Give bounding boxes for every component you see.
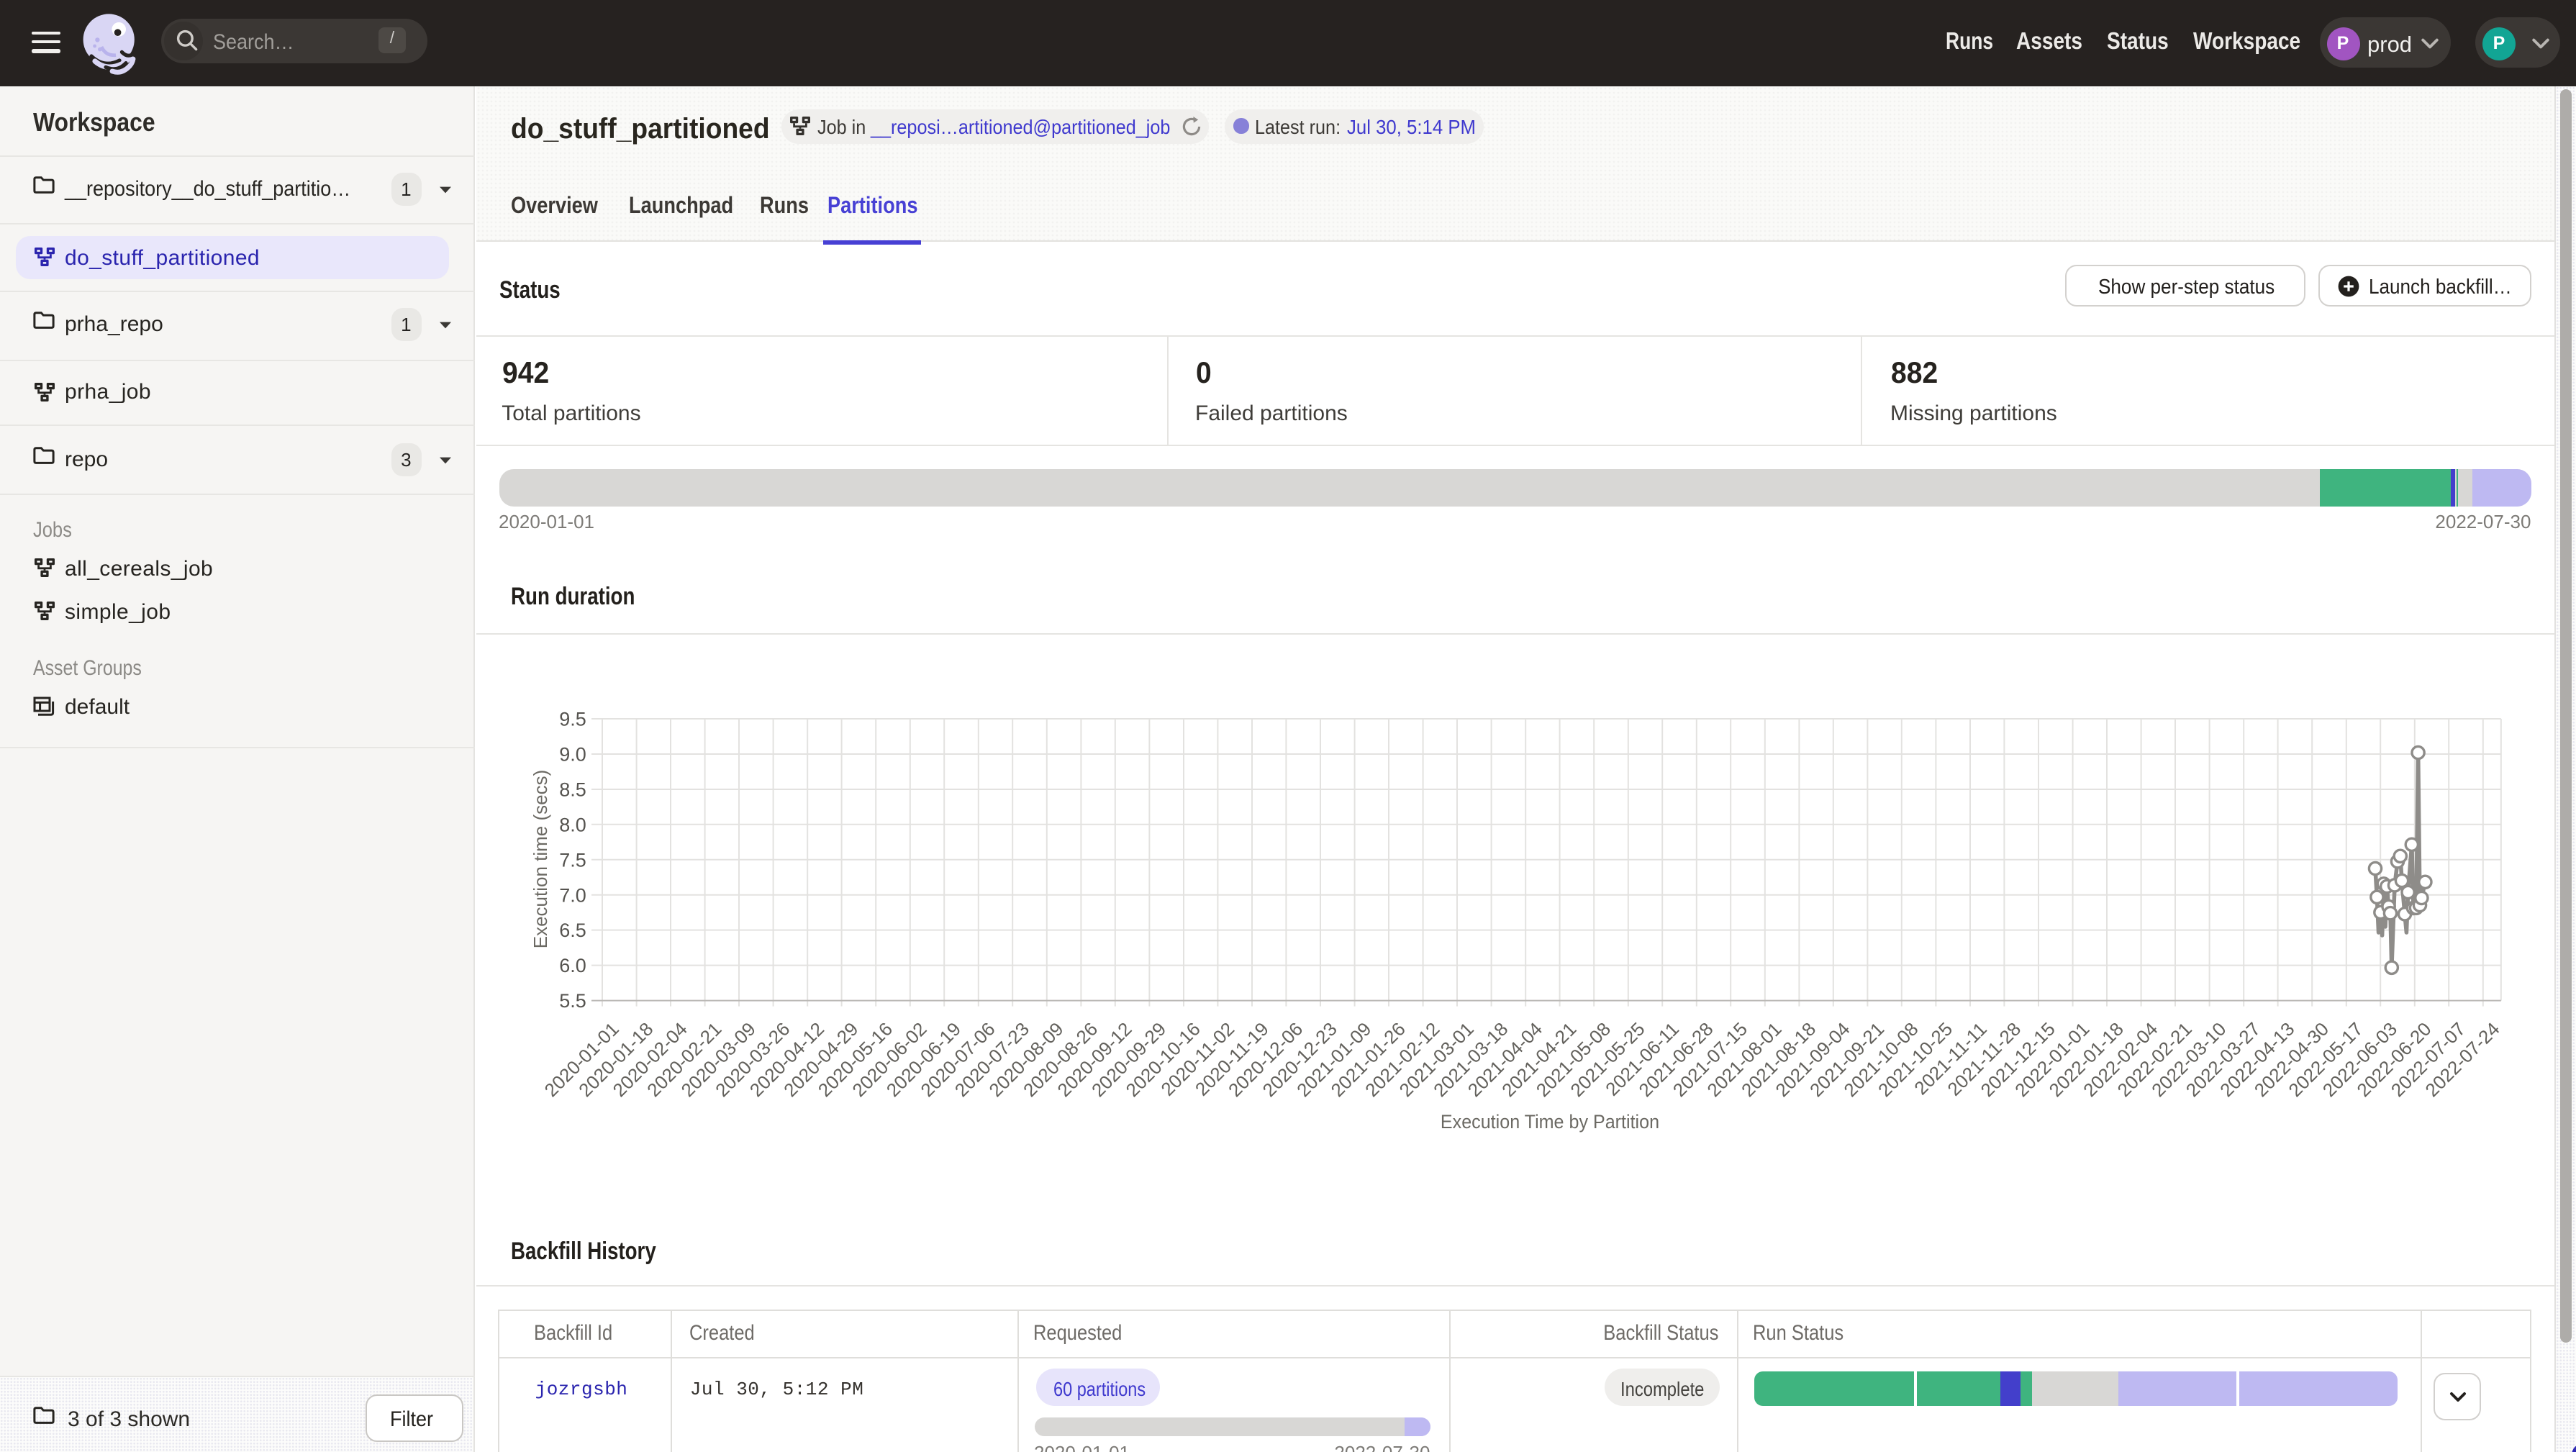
- svg-text:6.5: 6.5: [559, 920, 586, 941]
- svg-text:7.5: 7.5: [559, 849, 586, 871]
- svg-text:7.0: 7.0: [559, 884, 586, 906]
- svg-text:8.0: 8.0: [559, 814, 586, 835]
- svg-text:6.0: 6.0: [559, 955, 586, 976]
- svg-text:9.0: 9.0: [559, 744, 586, 766]
- svg-text:9.5: 9.5: [559, 709, 586, 730]
- svg-text:5.5: 5.5: [559, 990, 586, 1012]
- svg-text:Execution Time by Partition: Execution Time by Partition: [1441, 1110, 1659, 1133]
- svg-text:Execution time (secs): Execution time (secs): [530, 770, 551, 949]
- svg-text:8.5: 8.5: [559, 779, 586, 801]
